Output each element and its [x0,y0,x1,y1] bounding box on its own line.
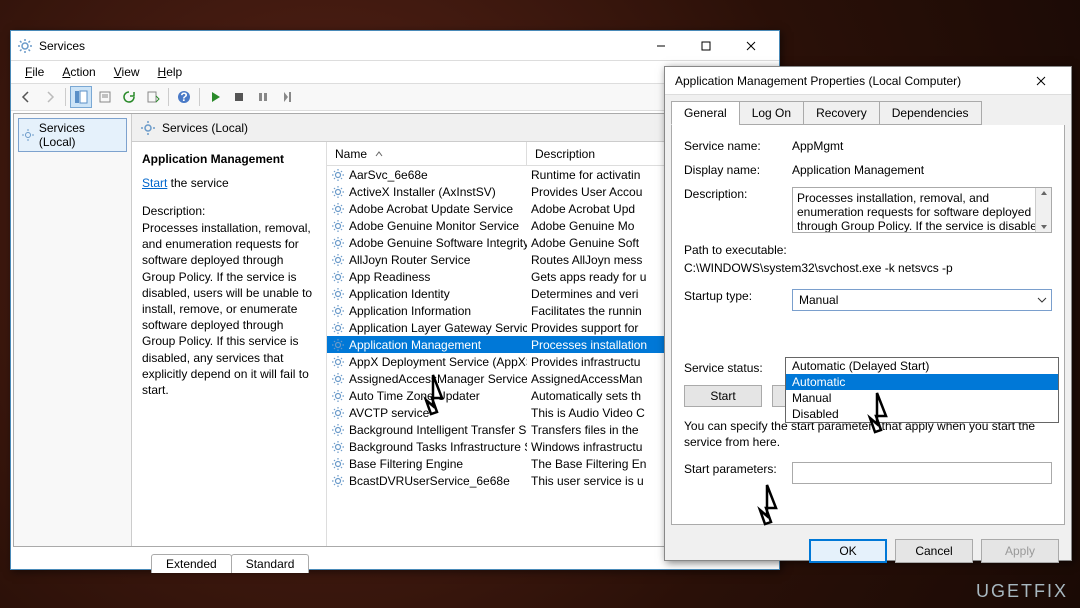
stop-service-button[interactable] [228,86,250,108]
gear-icon [140,120,156,136]
gear-icon [21,128,35,142]
label-description: Description: [684,187,792,233]
titlebar[interactable]: Services [11,31,779,61]
props-titlebar[interactable]: Application Management Properties (Local… [665,67,1071,95]
chevron-down-icon [1037,295,1047,305]
start-link[interactable]: Start [142,176,167,190]
tab-extended[interactable]: Extended [151,554,232,573]
label-service-name: Service name: [684,139,792,153]
label-startup-type: Startup type: [684,289,792,311]
column-name[interactable]: Name [327,142,527,165]
pause-service-button[interactable] [252,86,274,108]
scroll-down-icon[interactable] [1039,222,1049,232]
tab-standard[interactable]: Standard [231,554,310,573]
refresh-button[interactable] [118,86,140,108]
value-path: C:\WINDOWS\system32\svchost.exe -k netsv… [684,261,1052,275]
services-icon [17,38,33,54]
cancel-button[interactable]: Cancel [895,539,973,563]
description-text: Processes installation, removal, and enu… [142,220,316,398]
tab-general[interactable]: General [671,101,740,125]
start-service-button[interactable] [204,86,226,108]
apply-button: Apply [981,539,1059,563]
close-button[interactable] [728,32,773,60]
properties-dialog: Application Management Properties (Local… [664,66,1072,561]
props-tabs: General Log On Recovery Dependencies [665,95,1071,125]
start-button[interactable]: Start [684,385,762,407]
pane-title: Services (Local) [162,121,248,135]
option-disabled[interactable]: Disabled [786,406,1058,422]
option-automatic[interactable]: Automatic [786,374,1058,390]
value-display-name: Application Management [792,163,1052,177]
value-service-name: AppMgmt [792,139,1052,153]
scroll-up-icon[interactable] [1039,188,1049,198]
svg-text:?: ? [180,90,187,104]
description-label: Description: [142,204,316,218]
menu-file[interactable]: File [17,63,52,81]
forward-button[interactable] [39,86,61,108]
label-service-status: Service status: [684,361,792,375]
export-button[interactable] [142,86,164,108]
tab-logon[interactable]: Log On [739,101,804,125]
info-service-name: Application Management [142,152,316,166]
label-path: Path to executable: [684,243,1052,257]
description-box[interactable]: Processes installation, removal, and enu… [792,187,1052,233]
close-button[interactable] [1021,68,1061,94]
sort-icon [375,150,383,158]
tree-item-services-local[interactable]: Services (Local) [18,118,127,152]
service-info-panel: Application Management Start the service… [132,142,327,546]
label-display-name: Display name: [684,163,792,177]
start-params-input[interactable] [792,462,1052,484]
window-title: Services [39,39,638,53]
ok-button[interactable]: OK [809,539,887,563]
props-title: Application Management Properties (Local… [675,74,1021,88]
tab-recovery[interactable]: Recovery [803,101,880,125]
menu-view[interactable]: View [106,63,148,81]
startup-type-dropdown: Automatic (Delayed Start) Automatic Manu… [785,357,1059,423]
dialog-footer: OK Cancel Apply [665,531,1071,571]
option-manual[interactable]: Manual [786,390,1058,406]
properties-button[interactable] [94,86,116,108]
label-start-params: Start parameters: [684,462,792,484]
startup-type-combo[interactable]: Manual [792,289,1052,311]
option-automatic-delayed[interactable]: Automatic (Delayed Start) [786,358,1058,374]
tree-item-label: Services (Local) [39,121,124,149]
help-text: You can specify the start parameters tha… [684,419,1052,450]
minimize-button[interactable] [638,32,683,60]
watermark: UGETFIX [976,581,1068,602]
back-button[interactable] [15,86,37,108]
show-hide-tree-button[interactable] [70,86,92,108]
help-button[interactable]: ? [173,86,195,108]
menu-help[interactable]: Help [150,63,191,81]
tab-dependencies[interactable]: Dependencies [879,101,982,125]
tree-pane: Services (Local) [14,114,132,546]
maximize-button[interactable] [683,32,728,60]
props-body: Service name:AppMgmt Display name:Applic… [671,125,1065,525]
restart-service-button[interactable] [276,86,298,108]
menu-action[interactable]: Action [54,63,103,81]
